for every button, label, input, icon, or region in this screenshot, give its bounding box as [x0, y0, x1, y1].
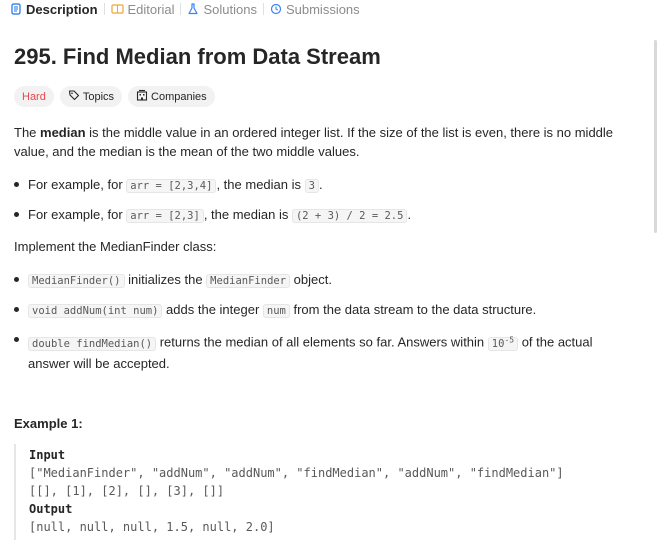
bullet-dot — [14, 182, 19, 187]
inline-code: arr = [2,3] — [126, 209, 204, 223]
method-text: returns the median of all elements so fa… — [156, 334, 488, 350]
inline-code: void addNum(int num) — [28, 304, 163, 318]
bullet-dot — [14, 337, 19, 342]
power-exponent: -5 — [504, 335, 515, 344]
bullet-dot — [14, 277, 19, 282]
tab-editorial[interactable]: Editorial — [110, 0, 181, 18]
book-icon — [110, 3, 124, 15]
tab-description-label: Description — [26, 1, 98, 17]
median-definition: The median is the middle value in an ord… — [14, 123, 636, 161]
flask-icon — [187, 3, 199, 15]
document-icon — [10, 3, 22, 15]
example-text: For example, for — [28, 207, 127, 222]
tab-bar: Description Editorial Solutions Submissi… — [0, 0, 657, 18]
problem-tags: Hard Topics Companies — [14, 86, 215, 107]
tab-submissions-label: Submissions — [285, 1, 360, 17]
example-text: . — [318, 177, 323, 192]
inline-code: arr = [2,3,4] — [126, 179, 217, 193]
inline-code: MedianFinder — [206, 274, 291, 288]
inline-code: MedianFinder() — [28, 274, 125, 288]
tab-divider — [262, 3, 264, 15]
difficulty-badge: Hard — [14, 86, 54, 107]
example-border — [14, 444, 16, 540]
list-item-text: For example, for arr = [2,3], the median… — [28, 205, 633, 226]
output-line: [null, null, null, 1.5, null, 2.0] — [29, 520, 275, 534]
median-term: median — [40, 125, 86, 140]
example-text: For example, for — [28, 177, 127, 192]
tab-solutions[interactable]: Solutions — [187, 0, 262, 18]
tab-editorial-label: Editorial — [127, 1, 175, 17]
input-label: Input — [29, 448, 66, 462]
input-line: [[], [1], [2], [], [3], []] — [29, 484, 225, 498]
example-text: , the median is — [203, 207, 292, 222]
inline-code: num — [262, 304, 290, 318]
companies-button[interactable]: Companies — [128, 86, 215, 107]
tag-icon — [68, 89, 80, 104]
tab-description[interactable]: Description — [0, 0, 104, 18]
bullet-dot — [14, 307, 19, 312]
tab-divider — [180, 3, 182, 15]
list-item-text: MedianFinder() initializes the MedianFin… — [28, 270, 633, 291]
list-item-text: void addNum(int num) adds the integer nu… — [28, 300, 633, 321]
intro-text-rest: is the middle value in an ordered intege… — [14, 125, 614, 159]
output-label: Output — [29, 502, 73, 516]
method-text: initializes the — [124, 272, 207, 287]
input-line: ["MedianFinder", "addNum", "addNum", "fi… — [29, 466, 564, 480]
companies-label: Companies — [151, 90, 207, 103]
tab-solutions-label: Solutions — [203, 1, 257, 17]
method-text: from the data stream to the data structu… — [289, 302, 537, 317]
power-base: 10 — [491, 337, 505, 350]
list-item-text: For example, for arr = [2,3,4], the medi… — [28, 175, 633, 196]
inline-code: (2 + 3) / 2 = 2.5 — [291, 209, 408, 223]
tab-divider — [103, 3, 105, 15]
inline-code: 10-5 — [487, 335, 519, 351]
topics-label: Topics — [82, 90, 115, 103]
list-item-text: double findMedian() returns the median o… — [28, 330, 633, 373]
inline-code: 3 — [304, 179, 319, 193]
example-text: . — [407, 207, 412, 222]
method-text: adds the integer — [162, 302, 263, 317]
example-title: Example 1: — [14, 416, 83, 431]
page-title: 295. Find Median from Data Stream — [14, 44, 381, 69]
building-icon — [136, 89, 148, 104]
bullet-dot — [14, 212, 19, 217]
tab-submissions[interactable]: Submissions — [270, 0, 366, 18]
implement-heading: Implement the MedianFinder class: — [14, 239, 217, 254]
method-text: object. — [290, 272, 332, 287]
intro-text: The — [14, 125, 41, 140]
inline-code: double findMedian() — [28, 336, 157, 351]
example-text: , the median is — [216, 177, 305, 192]
history-icon — [270, 3, 282, 15]
topics-button[interactable]: Topics — [59, 86, 123, 107]
